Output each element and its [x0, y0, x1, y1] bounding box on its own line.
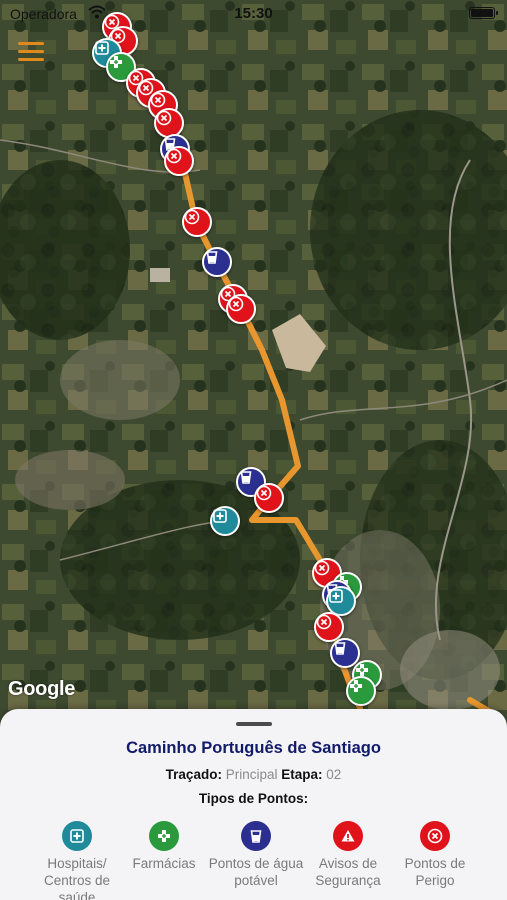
- pharmacy-cross-icon: [110, 56, 122, 68]
- legend-label: Hospitais/ Centros de saúde: [43, 856, 111, 900]
- medical-cross-icon: [329, 589, 343, 603]
- danger-x-icon: [314, 560, 330, 576]
- danger-x-icon: [166, 148, 182, 164]
- app-screen: Google Operadora 15:30 Caminho Português…: [0, 0, 507, 900]
- legend-label: Pontos de água potável: [208, 856, 304, 888]
- danger-x-icon: [316, 614, 332, 630]
- water-cup-icon: [240, 471, 252, 484]
- clock: 15:30: [234, 5, 273, 22]
- sheet-drag-handle[interactable]: [236, 722, 272, 726]
- hamburger-menu-icon[interactable]: [18, 42, 44, 62]
- danger-marker[interactable]: [164, 146, 194, 176]
- water-cup-icon: [241, 821, 271, 851]
- danger-x-icon: [150, 92, 166, 108]
- medical-cross-icon: [213, 509, 227, 523]
- danger-x-icon: [184, 209, 200, 225]
- danger-marker[interactable]: [254, 483, 284, 513]
- legend-item-hospitals[interactable]: Hospitais/ Centros de saúde: [27, 821, 127, 900]
- battery-icon: [469, 7, 498, 19]
- info-bottom-sheet[interactable]: Caminho Português de Santiago Traçado: P…: [0, 709, 507, 900]
- legend-item-danger[interactable]: Pontos de Perigo: [385, 821, 485, 889]
- danger-x-icon: [420, 821, 450, 851]
- legend-item-water[interactable]: Pontos de água potável: [206, 821, 306, 889]
- google-logo: Google: [8, 678, 76, 700]
- route-info: Traçado: Principal Etapa: 02: [0, 767, 507, 782]
- legend-label: Farmácias: [132, 856, 196, 871]
- danger-marker[interactable]: [314, 612, 344, 642]
- danger-x-icon: [228, 296, 244, 312]
- pharmacy-cross-icon: [350, 680, 362, 692]
- water-marker[interactable]: [202, 247, 232, 277]
- hospital-marker[interactable]: [210, 506, 240, 536]
- route-title: Caminho Português de Santiago: [126, 739, 381, 757]
- point-types-title: Tipos de Pontos:: [198, 791, 309, 806]
- stage-value: 02: [326, 767, 342, 782]
- route-value: Principal: [225, 767, 278, 782]
- legend-label: Pontos de Perigo: [404, 856, 466, 888]
- danger-x-icon: [256, 485, 272, 501]
- danger-marker[interactable]: [154, 108, 184, 138]
- danger-marker[interactable]: [226, 294, 256, 324]
- danger-x-icon: [156, 110, 172, 126]
- medical-cross-icon: [62, 821, 92, 851]
- point-types-legend: Hospitais/ Centros de saúde Farmácias Po…: [0, 821, 507, 900]
- stage-label: Etapa:: [281, 767, 323, 782]
- legend-item-warnings[interactable]: Avisos de Segurança: [298, 821, 398, 889]
- legend-item-pharmacies[interactable]: Farmácias: [114, 821, 214, 872]
- pharmacy-marker[interactable]: [346, 676, 376, 706]
- status-bar: Operadora 15:30: [0, 0, 507, 28]
- route-label: Traçado:: [165, 767, 222, 782]
- danger-marker[interactable]: [182, 207, 212, 237]
- legend-label: Avisos de Segurança: [315, 856, 381, 888]
- water-cup-icon: [206, 251, 218, 264]
- pharmacy-cross-icon: [149, 821, 179, 851]
- water-cup-icon: [334, 642, 346, 655]
- warning-triangle-icon: [333, 821, 363, 851]
